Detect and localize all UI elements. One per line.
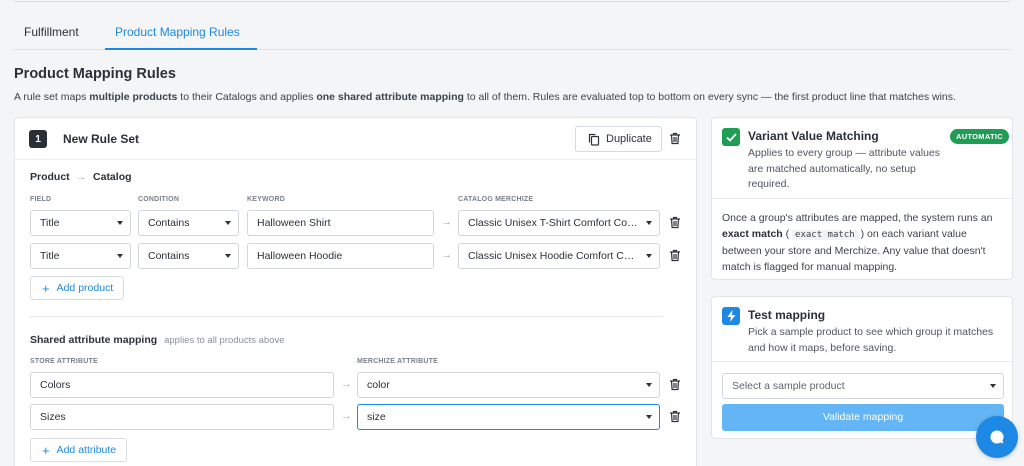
attribute-section-label: Shared attribute mapping applies to all … [30, 334, 285, 346]
column-header-keyword: KEYWORD [247, 196, 285, 203]
chevron-down-icon [646, 221, 652, 225]
page-title: Product Mapping Rules [14, 66, 176, 82]
chevron-down-icon [225, 254, 231, 258]
store-attribute-input[interactable]: Sizes [30, 404, 334, 430]
chevron-down-icon [225, 221, 231, 225]
condition-select[interactable]: Contains [138, 243, 239, 269]
column-header-merchize-attribute: MERCHIZE ATTRIBUTE [357, 358, 438, 365]
chevron-down-icon [646, 415, 652, 419]
column-header-condition: CONDITION [138, 196, 180, 203]
catalog-select[interactable]: Classic Unisex T-Shirt Comfort Colors 17… [458, 210, 660, 236]
delete-attribute-row-button[interactable] [669, 378, 683, 392]
trash-icon [670, 410, 680, 423]
tab-product-mapping-rules[interactable]: Product Mapping Rules [115, 25, 240, 39]
field-select[interactable]: Title [30, 210, 131, 236]
trash-icon [670, 132, 680, 145]
chevron-down-icon [646, 383, 652, 387]
merchize-attribute-select[interactable]: color [357, 372, 660, 398]
variant-matching-description: Once a group's attributes are mapped, th… [722, 212, 993, 273]
add-product-button[interactable]: + Add product [30, 276, 124, 300]
plus-icon: + [42, 442, 50, 458]
test-mapping-card: Test mapping Pick a sample product to se… [711, 296, 1013, 439]
page-description: A rule set maps multiple products to the… [14, 91, 956, 103]
delete-attribute-row-button[interactable] [669, 410, 683, 424]
chevron-down-icon [990, 384, 996, 388]
card-divider [712, 198, 1012, 199]
keyword-input[interactable]: Halloween Hoodie [247, 243, 434, 269]
trash-icon [670, 249, 680, 262]
field-select[interactable]: Title [30, 243, 131, 269]
variant-matching-card: Variant Value Matching AUTOMATIC Applies… [711, 117, 1013, 280]
sample-product-select[interactable]: Select a sample product [722, 373, 1004, 399]
tab-bar: Fulfillment Product Mapping Rules [14, 14, 1010, 50]
merchize-attribute-select[interactable]: size [357, 404, 660, 430]
trash-icon [670, 378, 680, 391]
test-mapping-subtitle: Pick a sample product to see which group… [748, 326, 994, 354]
arrow-right-icon: → [341, 378, 352, 390]
rule-set-header: 1 New Rule Set Duplicate [15, 118, 696, 160]
product-catalog-section-label: Product → Catalog [30, 171, 132, 183]
variant-matching-subtitle: Applies to every group — attribute value… [748, 147, 941, 190]
delete-rule-set-button[interactable] [669, 132, 683, 146]
condition-select[interactable]: Contains [138, 210, 239, 236]
rule-set-title[interactable]: New Rule Set [63, 132, 139, 146]
validate-mapping-button[interactable]: Validate mapping [722, 404, 1004, 431]
add-attribute-button[interactable]: + Add attribute [30, 438, 127, 462]
copy-icon [588, 133, 600, 146]
store-attribute-input[interactable]: Colors [30, 372, 334, 398]
card-divider [712, 361, 1012, 362]
chevron-down-icon [117, 254, 123, 258]
rule-set-card: 1 New Rule Set Duplicate Product → Catal… [14, 117, 697, 466]
delete-product-row-button[interactable] [669, 216, 683, 230]
automatic-badge: AUTOMATIC [950, 129, 1010, 144]
delete-product-row-button[interactable] [669, 249, 683, 263]
rule-set-number: 1 [29, 130, 47, 148]
chevron-down-icon [117, 221, 123, 225]
trash-icon [670, 216, 680, 229]
tab-fulfillment[interactable]: Fulfillment [24, 25, 79, 39]
chevron-down-icon [646, 254, 652, 258]
test-mapping-title: Test mapping [748, 308, 826, 322]
catalog-select[interactable]: Classic Unisex Hoodie Comfort Colors 146… [458, 243, 660, 269]
column-header-store-attribute: STORE ATTRIBUTE [30, 358, 98, 365]
lightning-icon [722, 307, 740, 325]
top-divider [14, 1, 1010, 2]
column-header-catalog: CATALOG MERCHIZE [458, 196, 534, 203]
column-header-field: FIELD [30, 196, 52, 203]
section-divider [29, 316, 663, 317]
keyword-input[interactable]: Halloween Shirt [247, 210, 434, 236]
arrow-right-icon: → [441, 249, 452, 261]
duplicate-button[interactable]: Duplicate [575, 126, 662, 152]
duplicate-label: Duplicate [606, 133, 652, 145]
chat-widget-button[interactable] [976, 416, 1018, 458]
checkmark-icon [722, 128, 740, 146]
variant-matching-title: Variant Value Matching [748, 129, 879, 143]
arrow-right-icon: → [341, 410, 352, 422]
chat-bubble-icon [990, 430, 1004, 444]
arrow-right-icon: → [441, 216, 452, 228]
active-tab-indicator [105, 48, 257, 50]
plus-icon: + [42, 280, 50, 296]
